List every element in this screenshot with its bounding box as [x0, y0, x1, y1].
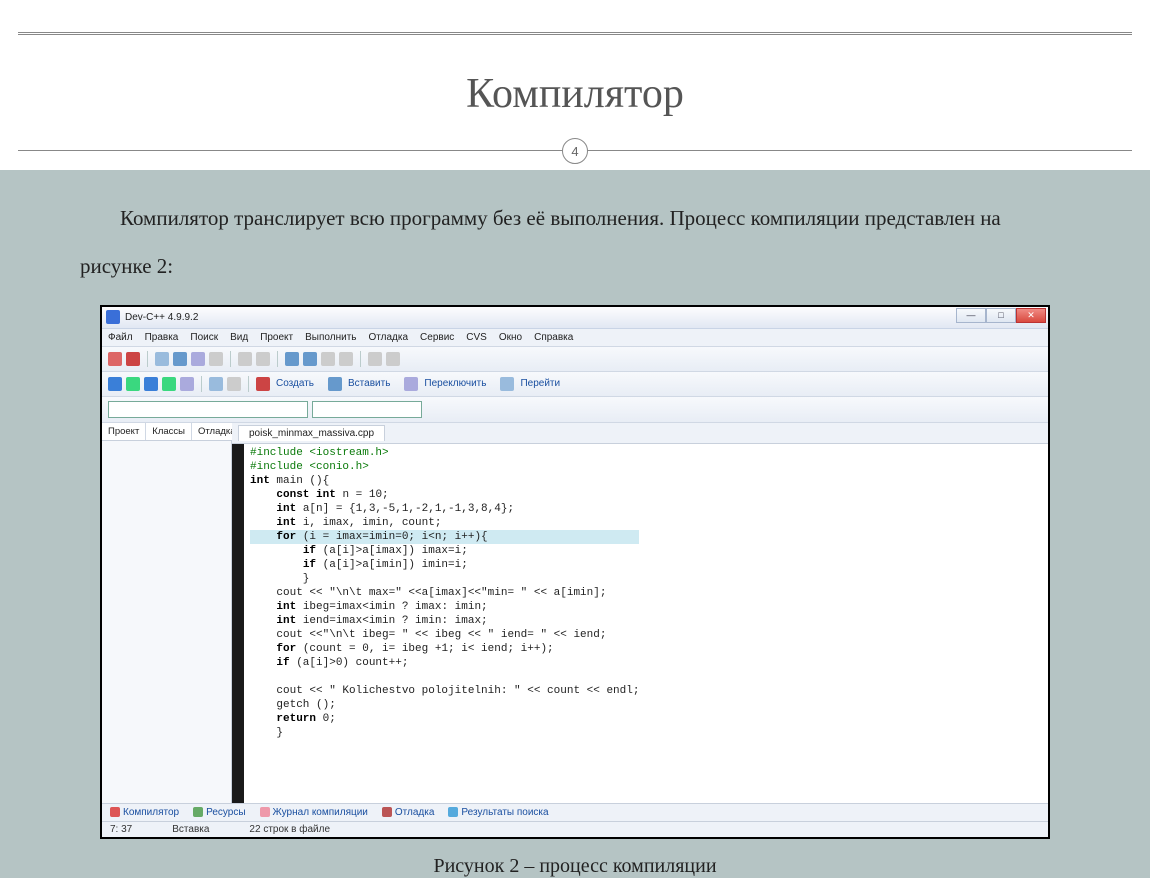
- separator: [230, 351, 231, 367]
- saveall-icon[interactable]: [173, 352, 187, 366]
- btab-debug[interactable]: Отладка: [382, 807, 435, 818]
- menu-project[interactable]: Проект: [260, 332, 293, 343]
- btab-search[interactable]: Результаты поиска: [448, 807, 548, 818]
- app-icon: [106, 310, 120, 324]
- separator: [147, 351, 148, 367]
- btab-resources[interactable]: Ресурсы: [193, 807, 245, 818]
- compile-icon[interactable]: [285, 352, 299, 366]
- separator: [277, 351, 278, 367]
- create-label[interactable]: Создать: [276, 378, 314, 389]
- debug2-icon[interactable]: [386, 352, 400, 366]
- menu-window[interactable]: Окно: [499, 332, 522, 343]
- undo-icon[interactable]: [238, 352, 252, 366]
- open-icon[interactable]: [126, 352, 140, 366]
- titlebar[interactable]: Dev-C++ 4.9.9.2 — □ ✕: [102, 307, 1048, 329]
- debug-icon[interactable]: [368, 352, 382, 366]
- config-combo[interactable]: [108, 401, 308, 418]
- arrow-up-icon[interactable]: [108, 377, 122, 391]
- screenshot-frame: Dev-C++ 4.9.9.2 — □ ✕ Файл Правка Поиск …: [100, 305, 1050, 839]
- status-mode: Вставка: [172, 824, 209, 835]
- menu-service[interactable]: Сервис: [420, 332, 454, 343]
- toggle-icon[interactable]: [404, 377, 418, 391]
- side-tab-classes[interactable]: Классы: [146, 423, 192, 440]
- maximize-button[interactable]: □: [986, 308, 1016, 323]
- close-file-icon[interactable]: [191, 352, 205, 366]
- separator: [201, 376, 202, 392]
- menu-run[interactable]: Выполнить: [305, 332, 356, 343]
- close-button[interactable]: ✕: [1016, 308, 1046, 323]
- new-icon[interactable]: [108, 352, 122, 366]
- btab-compiler[interactable]: Компилятор: [110, 807, 179, 818]
- devcpp-window: Dev-C++ 4.9.9.2 — □ ✕ Файл Правка Поиск …: [102, 307, 1048, 837]
- side-panel: Проект Классы Отладка: [102, 423, 232, 803]
- side-tabs: Проект Классы Отладка: [102, 423, 231, 441]
- arrow-down-icon[interactable]: [126, 377, 140, 391]
- body-paragraph: Компилятор транслирует всю программу без…: [0, 170, 1150, 305]
- code-text[interactable]: #include <iostream.h> #include <conio.h>…: [244, 444, 645, 803]
- create-icon[interactable]: [256, 377, 270, 391]
- run-icon[interactable]: [303, 352, 317, 366]
- btab-log[interactable]: Журнал компиляции: [260, 807, 368, 818]
- menubar: Файл Правка Поиск Вид Проект Выполнить О…: [102, 329, 1048, 347]
- rebuild-icon[interactable]: [339, 352, 353, 366]
- menu-cvs[interactable]: CVS: [466, 332, 487, 343]
- bookmark-icon[interactable]: [180, 377, 194, 391]
- menu-view[interactable]: Вид: [230, 332, 248, 343]
- gutter: [232, 444, 244, 803]
- arrow-down2-icon[interactable]: [162, 377, 176, 391]
- arrow-up2-icon[interactable]: [144, 377, 158, 391]
- work-area: Проект Классы Отладка poisk_minmax_massi…: [102, 423, 1048, 803]
- print-icon[interactable]: [209, 352, 223, 366]
- file-tabstrip: poisk_minmax_massiva.cpp: [232, 423, 1048, 444]
- slide-title: Компилятор: [0, 0, 1150, 118]
- toolbar-3: [102, 397, 1048, 423]
- code-area[interactable]: #include <iostream.h> #include <conio.h>…: [232, 444, 1048, 803]
- window-title: Dev-C++ 4.9.9.2: [125, 312, 198, 323]
- menu-help[interactable]: Справка: [534, 332, 573, 343]
- goto-label[interactable]: Перейти: [520, 378, 560, 389]
- menu-edit[interactable]: Правка: [145, 332, 179, 343]
- status-lines: 22 строк в файле: [249, 824, 330, 835]
- separator: [248, 376, 249, 392]
- goto-icon[interactable]: [500, 377, 514, 391]
- save-icon[interactable]: [155, 352, 169, 366]
- menu-file[interactable]: Файл: [108, 332, 133, 343]
- status-pos: 7: 37: [110, 824, 132, 835]
- class-combo[interactable]: [312, 401, 422, 418]
- insert-label[interactable]: Вставить: [348, 378, 390, 389]
- compile-run-icon[interactable]: [321, 352, 335, 366]
- minimize-button[interactable]: —: [956, 308, 986, 323]
- toolbar-1: [102, 347, 1048, 372]
- redo-icon[interactable]: [256, 352, 270, 366]
- separator: [360, 351, 361, 367]
- bottom-tabs: Компилятор Ресурсы Журнал компиляции Отл…: [102, 803, 1048, 821]
- menu-search[interactable]: Поиск: [190, 332, 218, 343]
- about-icon[interactable]: [227, 377, 241, 391]
- rule-top: [18, 32, 1132, 35]
- insert-icon[interactable]: [328, 377, 342, 391]
- slide-header: Компилятор 4: [0, 0, 1150, 170]
- menu-debug[interactable]: Отладка: [369, 332, 409, 343]
- editor: poisk_minmax_massiva.cpp #include <iostr…: [232, 423, 1048, 803]
- statusbar: 7: 37 Вставка 22 строк в файле: [102, 821, 1048, 837]
- toolbar-2: Создать Вставить Переключить Перейти: [102, 372, 1048, 397]
- figure-caption: Рисунок 2 – процесс компиляции: [0, 839, 1150, 878]
- file-tab[interactable]: poisk_minmax_massiva.cpp: [238, 425, 385, 441]
- toggle-label[interactable]: Переключить: [424, 378, 486, 389]
- help-icon[interactable]: [209, 377, 223, 391]
- page-number-badge: 4: [562, 138, 588, 164]
- side-tab-project[interactable]: Проект: [102, 423, 146, 440]
